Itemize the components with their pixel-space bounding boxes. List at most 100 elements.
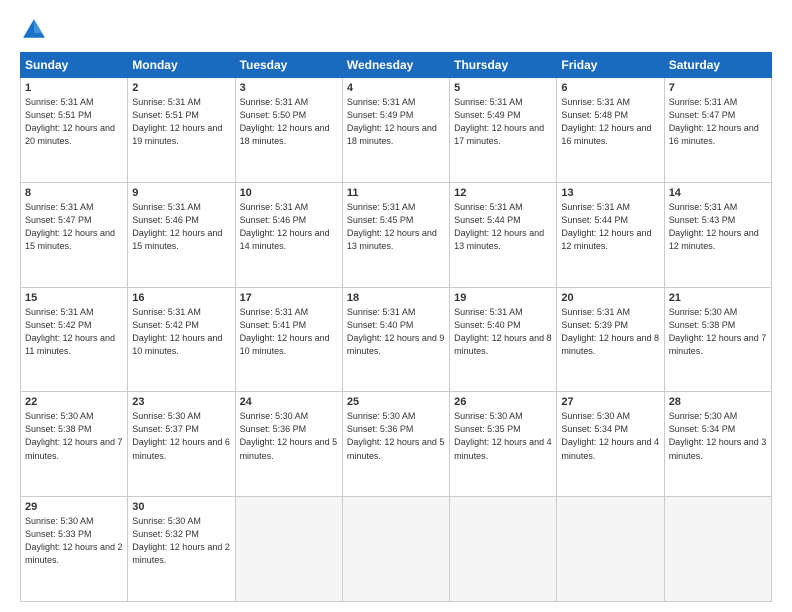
day-number: 11: [347, 187, 445, 199]
day-number: 12: [454, 187, 552, 199]
day-info: Sunrise: 5:30 AMSunset: 5:33 PMDaylight:…: [25, 515, 123, 567]
calendar-cell: 4 Sunrise: 5:31 AMSunset: 5:49 PMDaylight…: [342, 78, 449, 183]
day-info: Sunrise: 5:31 AMSunset: 5:47 PMDaylight:…: [669, 96, 767, 148]
day-info: Sunrise: 5:31 AMSunset: 5:45 PMDaylight:…: [347, 201, 445, 253]
calendar-cell: 7 Sunrise: 5:31 AMSunset: 5:47 PMDaylight…: [664, 78, 771, 183]
day-info: Sunrise: 5:31 AMSunset: 5:46 PMDaylight:…: [132, 201, 230, 253]
day-info: Sunrise: 5:31 AMSunset: 5:40 PMDaylight:…: [454, 306, 552, 358]
day-info: Sunrise: 5:31 AMSunset: 5:44 PMDaylight:…: [561, 201, 659, 253]
calendar-cell: 27 Sunrise: 5:30 AMSunset: 5:34 PMDayligh…: [557, 392, 664, 497]
day-info: Sunrise: 5:31 AMSunset: 5:40 PMDaylight:…: [347, 306, 445, 358]
day-number: 27: [561, 396, 659, 408]
day-number: 10: [240, 187, 338, 199]
calendar-cell: 29 Sunrise: 5:30 AMSunset: 5:33 PMDayligh…: [21, 497, 128, 602]
weekday-header-monday: Monday: [128, 53, 235, 78]
calendar-cell: [342, 497, 449, 602]
logo-icon: [20, 16, 48, 44]
day-number: 30: [132, 501, 230, 513]
day-number: 18: [347, 292, 445, 304]
day-info: Sunrise: 5:30 AMSunset: 5:38 PMDaylight:…: [669, 306, 767, 358]
calendar-cell: 2 Sunrise: 5:31 AMSunset: 5:51 PMDaylight…: [128, 78, 235, 183]
weekday-header-wednesday: Wednesday: [342, 53, 449, 78]
calendar-cell: 23 Sunrise: 5:30 AMSunset: 5:37 PMDayligh…: [128, 392, 235, 497]
day-info: Sunrise: 5:31 AMSunset: 5:51 PMDaylight:…: [132, 96, 230, 148]
weekday-header-tuesday: Tuesday: [235, 53, 342, 78]
calendar-cell: 26 Sunrise: 5:30 AMSunset: 5:35 PMDayligh…: [450, 392, 557, 497]
day-number: 6: [561, 82, 659, 94]
day-number: 14: [669, 187, 767, 199]
day-number: 4: [347, 82, 445, 94]
day-info: Sunrise: 5:31 AMSunset: 5:51 PMDaylight:…: [25, 96, 123, 148]
day-number: 21: [669, 292, 767, 304]
calendar-cell: 15 Sunrise: 5:31 AMSunset: 5:42 PMDayligh…: [21, 287, 128, 392]
day-number: 25: [347, 396, 445, 408]
day-info: Sunrise: 5:30 AMSunset: 5:32 PMDaylight:…: [132, 515, 230, 567]
calendar-cell: 16 Sunrise: 5:31 AMSunset: 5:42 PMDayligh…: [128, 287, 235, 392]
day-number: 13: [561, 187, 659, 199]
day-number: 24: [240, 396, 338, 408]
calendar-cell: 22 Sunrise: 5:30 AMSunset: 5:38 PMDayligh…: [21, 392, 128, 497]
day-info: Sunrise: 5:30 AMSunset: 5:38 PMDaylight:…: [25, 410, 123, 462]
day-info: Sunrise: 5:31 AMSunset: 5:49 PMDaylight:…: [454, 96, 552, 148]
day-info: Sunrise: 5:31 AMSunset: 5:48 PMDaylight:…: [561, 96, 659, 148]
weekday-header-saturday: Saturday: [664, 53, 771, 78]
calendar-cell: [450, 497, 557, 602]
day-info: Sunrise: 5:31 AMSunset: 5:47 PMDaylight:…: [25, 201, 123, 253]
day-number: 16: [132, 292, 230, 304]
day-number: 8: [25, 187, 123, 199]
day-number: 23: [132, 396, 230, 408]
calendar-cell: 8 Sunrise: 5:31 AMSunset: 5:47 PMDaylight…: [21, 182, 128, 287]
weekday-header-sunday: Sunday: [21, 53, 128, 78]
day-info: Sunrise: 5:31 AMSunset: 5:42 PMDaylight:…: [25, 306, 123, 358]
calendar-cell: 6 Sunrise: 5:31 AMSunset: 5:48 PMDaylight…: [557, 78, 664, 183]
weekday-header-thursday: Thursday: [450, 53, 557, 78]
day-info: Sunrise: 5:30 AMSunset: 5:36 PMDaylight:…: [240, 410, 338, 462]
day-info: Sunrise: 5:30 AMSunset: 5:37 PMDaylight:…: [132, 410, 230, 462]
day-info: Sunrise: 5:30 AMSunset: 5:36 PMDaylight:…: [347, 410, 445, 462]
day-number: 19: [454, 292, 552, 304]
day-info: Sunrise: 5:31 AMSunset: 5:39 PMDaylight:…: [561, 306, 659, 358]
header: [20, 16, 772, 44]
calendar-cell: 9 Sunrise: 5:31 AMSunset: 5:46 PMDaylight…: [128, 182, 235, 287]
calendar-cell: 24 Sunrise: 5:30 AMSunset: 5:36 PMDayligh…: [235, 392, 342, 497]
calendar-cell: 11 Sunrise: 5:31 AMSunset: 5:45 PMDayligh…: [342, 182, 449, 287]
calendar-cell: 30 Sunrise: 5:30 AMSunset: 5:32 PMDayligh…: [128, 497, 235, 602]
day-number: 3: [240, 82, 338, 94]
calendar-cell: 21 Sunrise: 5:30 AMSunset: 5:38 PMDayligh…: [664, 287, 771, 392]
day-info: Sunrise: 5:31 AMSunset: 5:46 PMDaylight:…: [240, 201, 338, 253]
day-info: Sunrise: 5:30 AMSunset: 5:34 PMDaylight:…: [669, 410, 767, 462]
day-number: 22: [25, 396, 123, 408]
calendar-cell: 18 Sunrise: 5:31 AMSunset: 5:40 PMDayligh…: [342, 287, 449, 392]
day-number: 5: [454, 82, 552, 94]
day-number: 9: [132, 187, 230, 199]
calendar-cell: 3Sunrise: 5:31 AMSunset: 5:50 PMDaylight…: [235, 78, 342, 183]
day-info: Sunrise: 5:30 AMSunset: 5:35 PMDaylight:…: [454, 410, 552, 462]
calendar-cell: 28 Sunrise: 5:30 AMSunset: 5:34 PMDayligh…: [664, 392, 771, 497]
day-info: Sunrise: 5:31 AMSunset: 5:49 PMDaylight:…: [347, 96, 445, 148]
calendar-cell: 13 Sunrise: 5:31 AMSunset: 5:44 PMDayligh…: [557, 182, 664, 287]
day-number: 28: [669, 396, 767, 408]
calendar-cell: [664, 497, 771, 602]
day-number: 17: [240, 292, 338, 304]
day-number: 2: [132, 82, 230, 94]
day-number: 7: [669, 82, 767, 94]
calendar-cell: [557, 497, 664, 602]
calendar-cell: 19 Sunrise: 5:31 AMSunset: 5:40 PMDayligh…: [450, 287, 557, 392]
calendar-cell: 10 Sunrise: 5:31 AMSunset: 5:46 PMDayligh…: [235, 182, 342, 287]
day-number: 26: [454, 396, 552, 408]
day-number: 15: [25, 292, 123, 304]
weekday-header-friday: Friday: [557, 53, 664, 78]
day-number: 1: [25, 82, 123, 94]
day-info: Sunrise: 5:30 AMSunset: 5:34 PMDaylight:…: [561, 410, 659, 462]
day-number: 29: [25, 501, 123, 513]
calendar-cell: 5 Sunrise: 5:31 AMSunset: 5:49 PMDaylight…: [450, 78, 557, 183]
calendar-table: SundayMondayTuesdayWednesdayThursdayFrid…: [20, 52, 772, 602]
day-info: Sunrise: 5:31 AMSunset: 5:42 PMDaylight:…: [132, 306, 230, 358]
day-number: 20: [561, 292, 659, 304]
calendar-cell: 25 Sunrise: 5:30 AMSunset: 5:36 PMDayligh…: [342, 392, 449, 497]
calendar-cell: 12 Sunrise: 5:31 AMSunset: 5:44 PMDayligh…: [450, 182, 557, 287]
calendar-cell: 20 Sunrise: 5:31 AMSunset: 5:39 PMDayligh…: [557, 287, 664, 392]
calendar-cell: [235, 497, 342, 602]
day-info: Sunrise: 5:31 AMSunset: 5:44 PMDaylight:…: [454, 201, 552, 253]
page: SundayMondayTuesdayWednesdayThursdayFrid…: [0, 0, 792, 612]
